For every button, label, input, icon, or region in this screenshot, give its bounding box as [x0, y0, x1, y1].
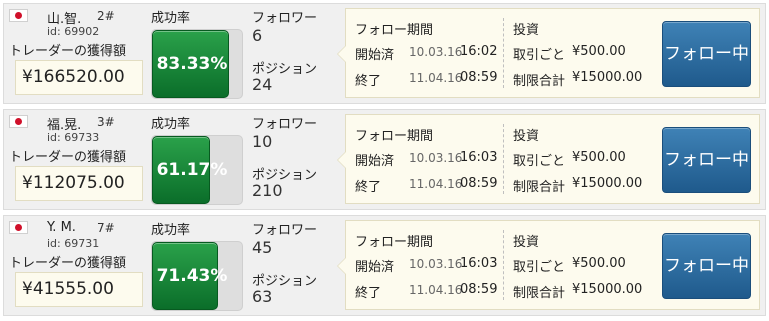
following-button[interactable]: フォロー中: [662, 127, 751, 193]
followers-label: フォロワー: [252, 11, 318, 26]
follow-info-panel: フォロー期間 開始済 10.03.16 16:02 終了 11.04.16 08…: [337, 8, 760, 98]
profit-value: ¥166520.00: [15, 60, 143, 95]
success-rate-value: 71.43%: [156, 266, 228, 286]
trader-id: id: 69731: [47, 237, 100, 250]
limit-total-value: ¥15000.00: [572, 282, 643, 297]
divider: [503, 18, 504, 88]
profit-label: トレーダーの獲得額: [9, 150, 127, 165]
success-rate-bar: 83.33%: [151, 29, 243, 99]
start-label: 開始済: [355, 260, 395, 275]
trader-card: 山.智. 2# id: 69902 トレーダーの獲得額 ¥166520.00 成…: [3, 3, 766, 104]
followers-count: 45: [252, 238, 273, 257]
followers-count: 6: [252, 26, 263, 45]
limit-total-value: ¥15000.00: [572, 70, 643, 85]
limit-total-label: 制限合計: [513, 74, 566, 89]
following-button[interactable]: フォロー中: [662, 233, 751, 299]
start-time: 16:03: [460, 150, 498, 165]
followers-label: フォロワー: [252, 117, 318, 132]
end-time: 08:59: [460, 282, 498, 297]
panel-pointer-inner: [338, 258, 346, 274]
start-time: 16:03: [460, 256, 498, 271]
success-rate-bar: 71.43%: [151, 241, 243, 311]
profit-label: トレーダーの獲得額: [9, 44, 127, 59]
follow-period-label: フォロー期間: [355, 129, 434, 144]
end-label: 終了: [355, 180, 382, 195]
success-rate-label: 成功率: [151, 223, 191, 238]
limit-total-value: ¥15000.00: [572, 176, 643, 191]
flag-circle: [15, 118, 22, 125]
followers-label: フォロワー: [252, 223, 318, 238]
trader-list: 山.智. 2# id: 69902 トレーダーの獲得額 ¥166520.00 成…: [0, 0, 769, 321]
trader-rank: 2#: [97, 9, 115, 23]
flag-circle: [15, 12, 22, 19]
trader-card: Y. M. 7# id: 69731 トレーダーの獲得額 ¥41555.00 成…: [3, 215, 766, 316]
per-trade-value: ¥500.00: [572, 44, 626, 59]
start-label: 開始済: [355, 48, 395, 63]
follow-period-label: フォロー期間: [355, 235, 434, 250]
divider: [503, 124, 504, 194]
start-time: 16:02: [460, 44, 498, 59]
positions-count: 63: [252, 287, 273, 306]
trader-id: id: 69902: [47, 25, 100, 38]
invest-label: 投資: [513, 235, 540, 250]
end-time: 08:59: [460, 70, 498, 85]
success-rate-label: 成功率: [151, 11, 191, 26]
follow-info-panel: フォロー期間 開始済 10.03.16 16:03 終了 11.04.16 08…: [337, 220, 760, 310]
profit-value: ¥112075.00: [15, 166, 143, 201]
limit-total-label: 制限合計: [513, 286, 566, 301]
start-date: 10.03.16: [409, 151, 463, 165]
flag-circle: [15, 224, 22, 231]
invest-label: 投資: [513, 23, 540, 38]
per-trade-value: ¥500.00: [572, 150, 626, 165]
start-label: 開始済: [355, 154, 395, 169]
follow-info-panel: フォロー期間 開始済 10.03.16 16:03 終了 11.04.16 08…: [337, 114, 760, 204]
divider: [503, 230, 504, 300]
per-trade-value: ¥500.00: [572, 256, 626, 271]
end-date: 11.04.16: [409, 71, 463, 85]
profit-label: トレーダーの獲得額: [9, 256, 127, 271]
end-label: 終了: [355, 74, 382, 89]
invest-label: 投資: [513, 129, 540, 144]
per-trade-label: 取引ごと: [513, 260, 566, 275]
trader-rank: 7#: [97, 221, 115, 235]
panel-pointer-inner: [338, 46, 346, 62]
success-rate-bar: 61.17%: [151, 135, 243, 205]
trader-id: id: 69733: [47, 131, 100, 144]
followers-count: 10: [252, 132, 273, 151]
success-rate-value: 61.17%: [156, 160, 228, 180]
positions-count: 24: [252, 75, 273, 94]
per-trade-label: 取引ごと: [513, 48, 566, 63]
positions-count: 210: [252, 181, 283, 200]
japan-flag-icon: [9, 9, 28, 22]
limit-total-label: 制限合計: [513, 180, 566, 195]
trader-name[interactable]: Y. M.: [47, 220, 76, 235]
end-date: 11.04.16: [409, 283, 463, 297]
profit-value: ¥41555.00: [15, 272, 143, 307]
japan-flag-icon: [9, 115, 28, 128]
start-date: 10.03.16: [409, 257, 463, 271]
success-rate-label: 成功率: [151, 117, 191, 132]
panel-pointer-inner: [338, 152, 346, 168]
end-time: 08:59: [460, 176, 498, 191]
trader-card: 福.晃. 3# id: 69733 トレーダーの獲得額 ¥112075.00 成…: [3, 109, 766, 210]
per-trade-label: 取引ごと: [513, 154, 566, 169]
end-date: 11.04.16: [409, 177, 463, 191]
start-date: 10.03.16: [409, 45, 463, 59]
following-button[interactable]: フォロー中: [662, 21, 751, 87]
end-label: 終了: [355, 286, 382, 301]
follow-period-label: フォロー期間: [355, 23, 434, 38]
trader-rank: 3#: [97, 115, 115, 129]
japan-flag-icon: [9, 221, 28, 234]
success-rate-value: 83.33%: [156, 54, 228, 74]
